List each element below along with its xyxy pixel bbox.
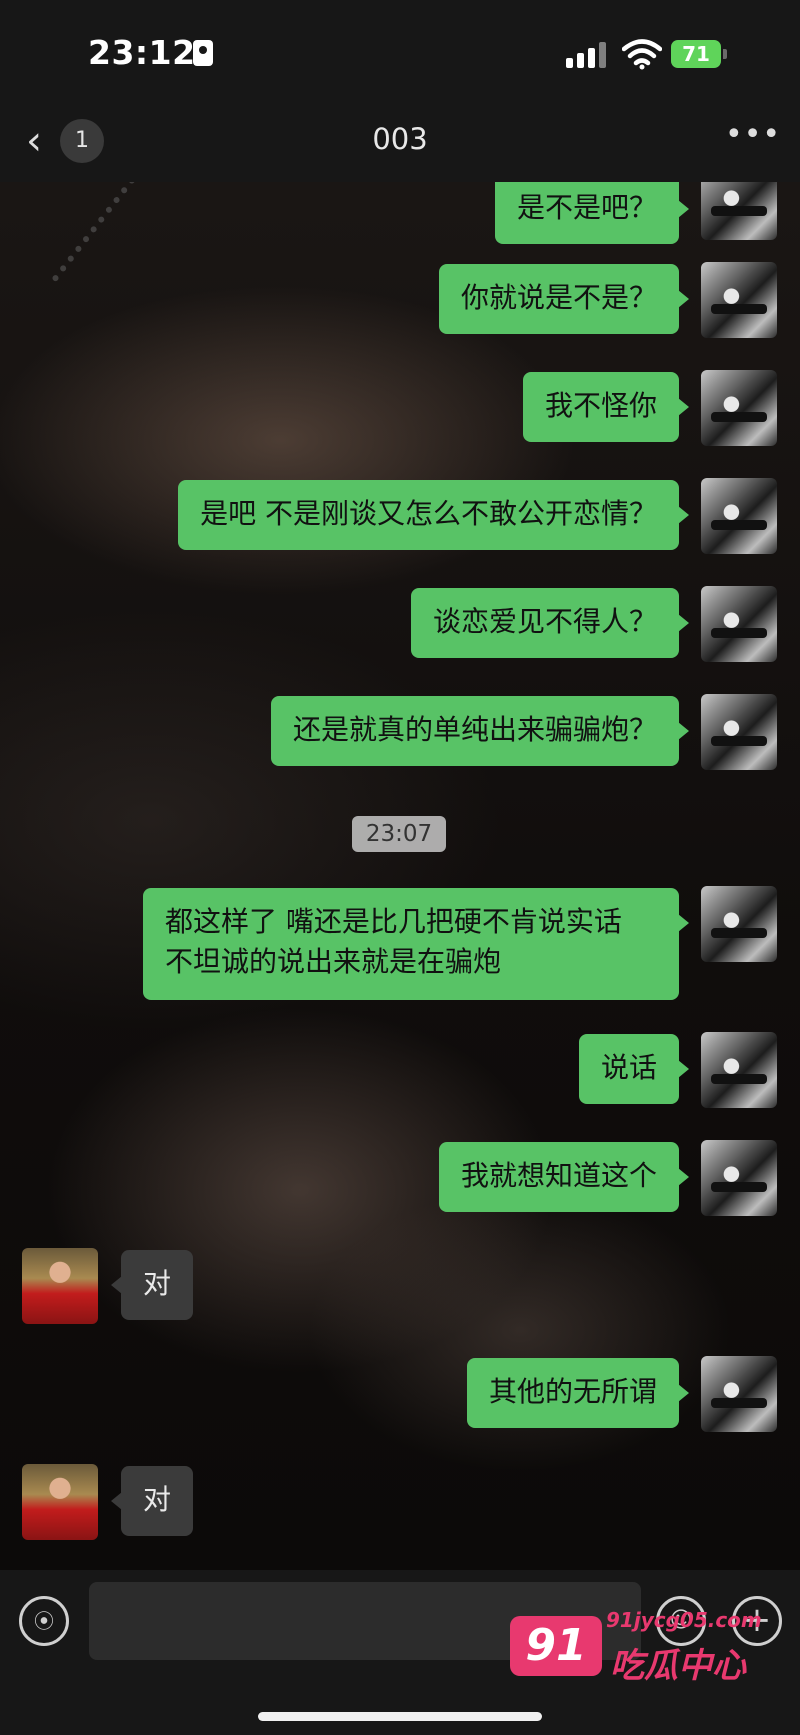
home-indicator	[258, 1712, 542, 1721]
message-list[interactable]: 是不是吧？ 你就说是不是？ 我不怪你 是吧 不是刚谈又怎么不敢公开恋情？ 谈恋爱…	[0, 182, 800, 1572]
message-bubble-outgoing[interactable]: 都这样了 嘴还是比几把硬不肯说实话 不坦诚的说出来就是在骗炮	[143, 888, 689, 1000]
voice-icon[interactable]: ⦿	[19, 1596, 69, 1646]
message-bubble-incoming[interactable]: 对	[110, 1466, 194, 1536]
watermark-logo: 91	[510, 1616, 602, 1676]
my-avatar[interactable]	[701, 182, 777, 240]
my-avatar[interactable]	[701, 886, 777, 962]
message-bubble-outgoing[interactable]: 是吧 不是刚谈又怎么不敢公开恋情？	[178, 480, 689, 550]
my-avatar[interactable]	[701, 262, 777, 338]
message-bubble-outgoing[interactable]: 说话	[578, 1034, 690, 1104]
message-bubble-incoming[interactable]: 对	[110, 1250, 194, 1320]
cellular-signal-icon	[566, 42, 608, 68]
status-bar: 23:12 71	[0, 0, 800, 100]
message-bubble-outgoing[interactable]: 其他的无所谓	[466, 1358, 690, 1428]
contact-avatar[interactable]	[22, 1248, 98, 1324]
my-avatar[interactable]	[701, 586, 777, 662]
my-avatar[interactable]	[701, 1032, 777, 1108]
wifi-icon	[622, 39, 662, 70]
message-bubble-outgoing[interactable]: 是不是吧？	[494, 182, 690, 244]
watermark-name: 吃瓜中心	[610, 1646, 746, 1686]
message-bubble-outgoing[interactable]: 我就想知道这个	[438, 1142, 690, 1212]
my-avatar[interactable]	[701, 694, 777, 770]
battery-icon: 71	[671, 40, 721, 68]
contact-avatar[interactable]	[22, 1464, 98, 1540]
message-timestamp: 23:07	[352, 816, 446, 852]
status-time: 23:12	[88, 33, 196, 72]
my-avatar[interactable]	[701, 1356, 777, 1432]
watermark-url: 91jycg05.com	[606, 1608, 762, 1632]
message-bubble-outgoing[interactable]: 你就说是不是？	[438, 264, 690, 334]
message-bubble-outgoing[interactable]: 谈恋爱见不得人？	[410, 588, 690, 658]
chat-header: ‹ 1 003 •••	[0, 100, 800, 182]
battery-level: 71	[682, 42, 710, 66]
battery-tip	[723, 49, 727, 59]
my-avatar[interactable]	[701, 1140, 777, 1216]
message-bubble-outgoing[interactable]: 还是就真的单纯出来骗骗炮？	[270, 696, 690, 766]
my-avatar[interactable]	[701, 370, 777, 446]
contact-card-icon	[193, 40, 213, 66]
ellipsis-icon[interactable]: •••	[725, 120, 780, 160]
message-bubble-outgoing[interactable]: 我不怪你	[522, 372, 690, 442]
watermark: 91 91jycg05.com 吃瓜中心	[510, 1608, 762, 1688]
my-avatar[interactable]	[701, 478, 777, 554]
chat-title: 003	[372, 122, 428, 156]
